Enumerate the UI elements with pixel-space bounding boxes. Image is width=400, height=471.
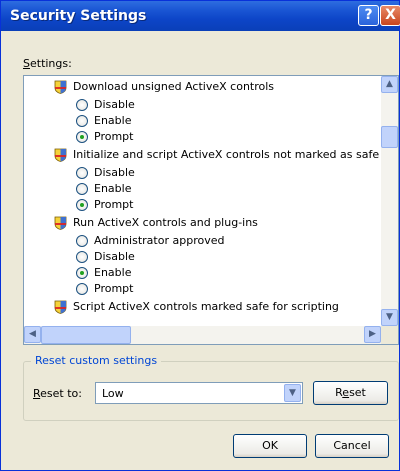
radio-icon[interactable] <box>76 235 88 247</box>
dialog-title: Security Settings <box>10 8 147 24</box>
radio-option-label: Enable <box>94 114 132 127</box>
scroll-up-icon[interactable]: ▲ <box>381 76 398 93</box>
radio-icon[interactable] <box>76 183 88 195</box>
horizontal-scroll-thumb[interactable] <box>41 326 131 344</box>
reset-group-title: Reset custom settings <box>31 354 162 367</box>
help-button[interactable]: ? <box>358 5 379 26</box>
close-icon: X <box>385 7 396 23</box>
radio-option-label: Prompt <box>94 198 134 211</box>
setting-group-label: Initialize and script ActiveX controls n… <box>73 148 380 161</box>
scroll-left-icon[interactable]: ◀ <box>24 326 41 343</box>
shield-icon <box>54 216 67 230</box>
shield-icon <box>54 148 67 162</box>
radio-option-label: Prompt <box>94 282 134 295</box>
shield-icon <box>54 300 67 314</box>
reset-to-label: Reset to: <box>33 387 82 400</box>
close-button[interactable]: X <box>380 5 400 26</box>
ok-button[interactable]: OK <box>233 434 307 458</box>
vertical-scrollbar[interactable]: ▲ ▼ <box>381 76 398 326</box>
setting-group-label: Script ActiveX controls marked safe for … <box>73 300 339 313</box>
title-bar[interactable]: Security Settings ? X <box>1 1 400 31</box>
shield-icon <box>54 80 67 94</box>
radio-option-label: Prompt <box>94 130 134 143</box>
radio-option-label: Disable <box>94 166 135 179</box>
settings-label: Settings: <box>23 57 72 70</box>
reset-level-value: Low <box>102 387 124 400</box>
radio-selected-icon[interactable] <box>76 131 88 143</box>
chevron-down-icon[interactable]: ▼ <box>284 384 301 402</box>
reset-button[interactable]: Reset <box>313 381 388 405</box>
help-icon: ? <box>364 7 373 23</box>
radio-option-label: Disable <box>94 250 135 263</box>
setting-group-label: Run ActiveX controls and plug-ins <box>73 216 258 229</box>
radio-selected-icon[interactable] <box>76 267 88 279</box>
scroll-down-icon[interactable]: ▼ <box>381 309 398 326</box>
radio-icon[interactable] <box>76 167 88 179</box>
radio-option-label: Enable <box>94 182 132 195</box>
radio-option-label: Administrator approved <box>94 234 225 247</box>
setting-group-label: Download unsigned ActiveX controls <box>73 80 275 93</box>
radio-selected-icon[interactable] <box>76 199 88 211</box>
security-settings-dialog: Security Settings ? X Settings: Download… <box>0 0 400 471</box>
radio-icon[interactable] <box>76 99 88 111</box>
scroll-right-icon[interactable]: ▶ <box>364 326 381 343</box>
settings-list[interactable]: Download unsigned ActiveX controls Disabl… <box>23 75 399 345</box>
cancel-button[interactable]: Cancel <box>315 434 389 458</box>
vertical-scroll-thumb[interactable] <box>381 126 398 148</box>
radio-icon[interactable] <box>76 115 88 127</box>
radio-icon[interactable] <box>76 251 88 263</box>
radio-option-label: Disable <box>94 98 135 111</box>
horizontal-scrollbar[interactable]: ◀ ▶ <box>24 326 381 344</box>
settings-list-content: Download unsigned ActiveX controls Disabl… <box>24 76 381 326</box>
scrollbar-corner <box>381 326 398 344</box>
radio-icon[interactable] <box>76 283 88 295</box>
radio-option-label: Enable <box>94 266 132 279</box>
reset-level-select[interactable]: Low ▼ <box>95 382 303 404</box>
